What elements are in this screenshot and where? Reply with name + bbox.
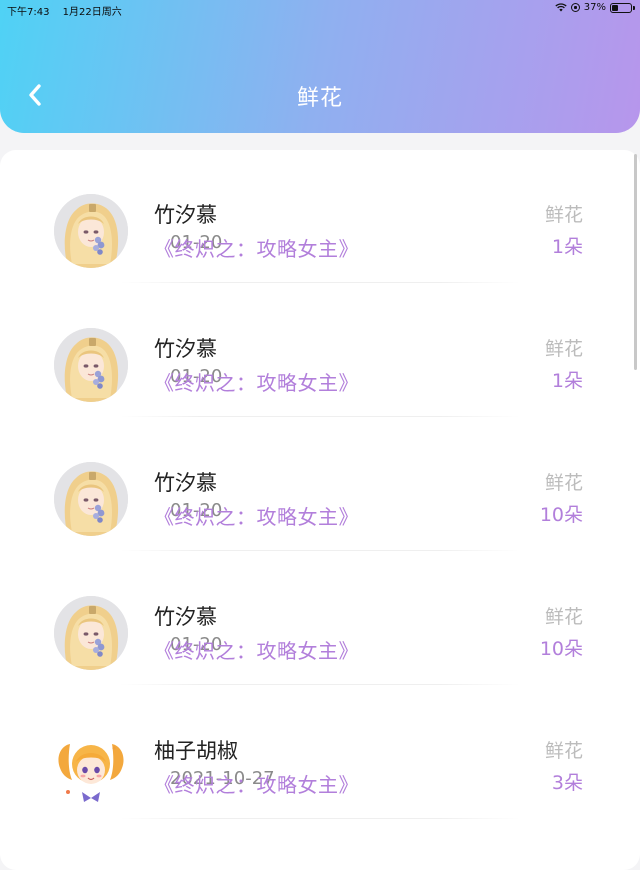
user-name: 竹汐慕 [154, 605, 217, 629]
user-name: 竹汐慕 [154, 471, 217, 495]
status-date: 1月22日周六 [62, 7, 122, 18]
gift-type: 鲜花 [544, 204, 583, 226]
page-title: 鲜花 [296, 86, 343, 111]
gift-count: 10朵 [539, 504, 583, 526]
list-item[interactable]: 竹汐慕 01-20 《终炽之：攻略女主》 鲜花 1朵 [0, 284, 640, 418]
row-divider [120, 416, 520, 417]
status-bar: 下午7:43 1月22日周六 37% [0, 0, 640, 18]
status-time: 下午7:43 [7, 7, 50, 18]
gift-type: 鲜花 [544, 338, 583, 360]
row-divider [120, 818, 520, 819]
avatar[interactable] [54, 328, 128, 402]
book-title-link[interactable]: 《终炽之：攻略女主》 [154, 367, 359, 396]
book-title-link[interactable]: 《终炽之：攻略女主》 [154, 233, 359, 262]
user-name: 竹汐慕 [154, 337, 217, 361]
row-divider [120, 684, 520, 685]
book-title-link[interactable]: 《终炽之：攻略女主》 [154, 769, 359, 798]
list-item[interactable]: 竹汐慕 01-20 《终炽之：攻略女主》 鲜花 10朵 [0, 418, 640, 552]
row-divider [120, 550, 520, 551]
list-item[interactable]: 竹汐慕 01-20 《终炽之：攻略女主》 鲜花 10朵 [0, 552, 640, 686]
status-left: 下午7:43 1月22日周六 [7, 3, 122, 18]
gift-count: 3朵 [551, 772, 583, 794]
battery-level [612, 4, 618, 11]
book-title-link[interactable]: 《终炽之：攻略女主》 [154, 501, 359, 530]
scrollbar[interactable] [634, 154, 637, 370]
status-right: 37% [555, 2, 635, 13]
header-bar: 下午7:43 1月22日周六 37% 鲜花 [0, 0, 640, 133]
gift-record-list[interactable]: 竹汐慕 01-20 《终炽之：攻略女主》 鲜花 1朵 竹汐慕 01-20 《终炽之：攻略女主… [0, 150, 640, 870]
rotation-lock-icon [570, 3, 580, 12]
avatar[interactable] [54, 194, 128, 268]
battery-icon [610, 2, 635, 13]
avatar[interactable] [54, 596, 128, 670]
gift-count: 1朵 [551, 370, 583, 392]
gift-type: 鲜花 [544, 740, 583, 762]
battery-percent: 37% [583, 2, 606, 13]
avatar[interactable] [54, 462, 128, 536]
book-title-link[interactable]: 《终炽之：攻略女主》 [154, 635, 359, 664]
user-name: 柚子胡椒 [154, 739, 238, 763]
user-name: 竹汐慕 [154, 203, 217, 227]
gift-type: 鲜花 [544, 472, 583, 494]
gift-count: 1朵 [551, 236, 583, 258]
avatar[interactable] [54, 730, 128, 804]
gift-type: 鲜花 [544, 606, 583, 628]
list-item[interactable]: 竹汐慕 01-20 《终炽之：攻略女主》 鲜花 1朵 [0, 150, 640, 284]
row-divider [120, 282, 520, 283]
wifi-icon [555, 3, 567, 12]
list-item[interactable]: 柚子胡椒 2021-10-27 《终炽之：攻略女主》 鲜花 3朵 [0, 686, 640, 820]
gift-count: 10朵 [539, 638, 583, 660]
